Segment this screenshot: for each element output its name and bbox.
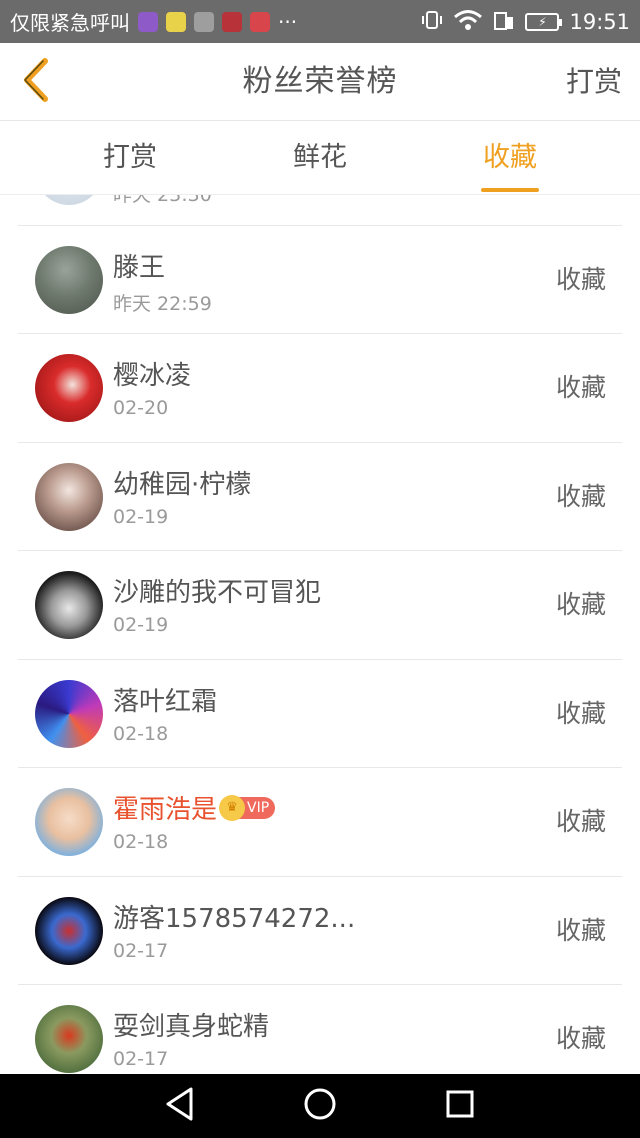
avatar[interactable] — [35, 1005, 103, 1073]
video-app-icon — [222, 11, 242, 32]
list-item[interactable]: 游客1578574272... 02-17 收藏 — [18, 877, 622, 985]
collect-label: 收藏 — [555, 481, 606, 511]
page-title: 粉丝荣誉榜 — [242, 64, 398, 99]
status-bar: 仅限紧急呼叫 ··· ⚡ 19:51 — [0, 0, 640, 43]
vip-badge: ♛ VIP — [219, 794, 276, 821]
battery-icon: ⚡ — [525, 12, 563, 31]
user-name: 沙雕的我不可冒犯 — [113, 578, 322, 608]
list-item[interactable]: 幼稚园·柠檬 02-19 收藏 — [18, 443, 622, 551]
avatar[interactable] — [35, 195, 103, 205]
avatar[interactable] — [35, 788, 103, 856]
tab-reward[interactable]: 打赏 — [70, 121, 190, 195]
circle-home-icon — [302, 1086, 338, 1126]
system-nav-bar — [0, 1074, 640, 1138]
nav-home-button[interactable] — [290, 1076, 350, 1136]
collect-label: 收藏 — [555, 590, 606, 619]
wifi-icon — [453, 9, 483, 34]
avatar[interactable] — [35, 354, 103, 422]
user-name: 滕王 — [113, 252, 166, 283]
book-app-icon — [250, 11, 270, 32]
avatar[interactable] — [35, 245, 103, 314]
chat-app-icon — [166, 11, 186, 32]
item-date: 02-19 — [113, 505, 169, 528]
avatar[interactable] — [35, 679, 103, 748]
more-notifications-icon: ··· — [278, 9, 298, 34]
avatar[interactable] — [35, 462, 103, 531]
list-item[interactable]: 滕王 昨天 22:59 收藏 — [18, 226, 622, 334]
user-name: 落叶红霜 — [113, 686, 218, 717]
item-date: 02-18 — [113, 722, 169, 745]
user-name: 幼稚园·柠檬 — [113, 469, 252, 500]
item-date: 昨天 22:59 — [113, 292, 212, 315]
list-item[interactable]: 昨天 23:30 收藏 — [18, 195, 622, 226]
user-name-vip: 霍雨浩是 ♛ VIP — [113, 789, 276, 826]
item-date: 02-18 — [113, 831, 169, 853]
collect-label: 收藏 — [555, 373, 606, 402]
crown-icon: ♛ — [219, 794, 246, 821]
item-date: 02-17 — [113, 939, 169, 962]
avatar[interactable] — [35, 571, 103, 639]
user-name: 耍剑真身蛇精 — [113, 1012, 270, 1042]
tab-collections[interactable]: 收藏 — [450, 121, 570, 195]
item-date: 02-19 — [113, 614, 169, 636]
reward-button[interactable]: 打赏 — [566, 43, 622, 121]
tab-flowers[interactable]: 鲜花 — [260, 121, 380, 195]
collect-label: 收藏 — [555, 915, 606, 945]
item-date: 昨天 23:30 — [113, 195, 212, 206]
sim-icon — [493, 9, 515, 34]
clock: 19:51 — [569, 9, 630, 34]
nav-recents-button[interactable] — [430, 1076, 490, 1136]
tab-bar: 打赏 鲜花 收藏 — [0, 121, 640, 195]
app-header: 粉丝荣誉榜 打赏 — [0, 43, 640, 121]
list-item[interactable]: 樱冰凌 02-20 收藏 — [18, 334, 622, 443]
triangle-back-icon — [163, 1086, 197, 1126]
list-item[interactable]: 落叶红霜 02-18 收藏 — [18, 660, 622, 768]
collect-label: 收藏 — [555, 264, 606, 294]
item-date: 02-20 — [113, 397, 169, 419]
list-item[interactable]: 沙雕的我不可冒犯 02-19 收藏 — [18, 551, 622, 660]
gallery-app-icon — [138, 11, 158, 32]
font-app-icon — [194, 11, 214, 32]
collect-label: 收藏 — [555, 1024, 606, 1053]
item-date: 02-17 — [113, 1048, 169, 1070]
square-recents-icon — [444, 1088, 476, 1124]
list-item[interactable]: 霍雨浩是 ♛ VIP 02-18 收藏 — [18, 768, 622, 877]
user-name: 霍雨浩是 — [113, 795, 218, 825]
list-item[interactable]: 耍剑真身蛇精 02-17 收藏 — [18, 985, 622, 1074]
vibrate-icon — [421, 10, 443, 33]
user-name: 游客1578574272... — [113, 903, 356, 934]
user-name: 樱冰凌 — [113, 361, 192, 391]
nav-back-button[interactable] — [150, 1076, 210, 1136]
collect-label: 收藏 — [555, 698, 606, 728]
carrier-text: 仅限紧急呼叫 — [10, 11, 130, 35]
fan-list[interactable]: 昨天 23:30 收藏 滕王 昨天 22:59 收藏 樱冰凌 02-20 收藏 … — [0, 195, 640, 1074]
collect-label: 收藏 — [556, 195, 606, 225]
collect-label: 收藏 — [555, 807, 606, 836]
avatar[interactable] — [35, 896, 103, 965]
